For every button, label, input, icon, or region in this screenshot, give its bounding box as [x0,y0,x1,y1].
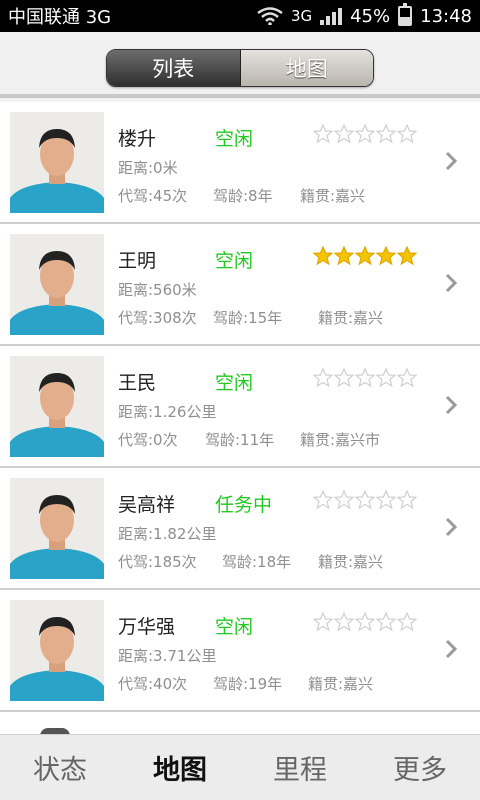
rating-stars [313,124,417,144]
driver-photo [10,112,104,213]
status-bar: 中国联通 3G 3G 45% 13:48 [0,0,480,32]
driver-photo [10,234,104,335]
wifi-icon [257,7,283,26]
driver-photo [10,478,104,579]
network-type-label: 3G [290,7,313,25]
driver-distance: 距离:1.82公里 [118,525,217,543]
rating-stars [313,246,417,266]
driver-origin: 籍贯:嘉兴 [308,675,374,693]
star-empty-icon [376,368,396,388]
driver-years: 驾龄:8年 [213,187,273,205]
star-empty-icon [334,124,354,144]
nav-status[interactable]: 状态 [0,735,120,800]
driver-origin: 籍贯:嘉兴 [318,309,384,327]
driver-origin: 籍贯:嘉兴 [300,187,366,205]
star-empty-icon [397,368,417,388]
chevron-right-icon [444,516,458,538]
star-empty-icon [334,490,354,510]
driver-photo [10,356,104,457]
rating-stars [313,612,417,632]
star-empty-icon [397,612,417,632]
star-empty-icon [397,490,417,510]
driver-years: 驾龄:19年 [213,675,283,693]
rating-stars [313,490,417,510]
driver-distance: 距离:3.71公里 [118,647,217,665]
star-empty-icon [376,490,396,510]
chevron-right-icon [444,150,458,172]
star-empty-icon [313,490,333,510]
star-empty-icon [313,124,333,144]
driver-row[interactable]: 吴高祥 任务中距离:1.82公里 代驾:185次 驾龄:18年 籍贯:嘉兴 [0,468,480,590]
driver-years: 驾龄:11年 [205,431,275,449]
chevron-right-icon [444,394,458,416]
driver-row-partial[interactable] [0,712,480,734]
driver-status: 空闲 [215,128,254,150]
driver-years: 驾龄:18年 [222,553,292,571]
star-filled-icon [313,246,333,266]
chevron-right-icon [444,272,458,294]
driver-name: 王民 [118,372,157,394]
driver-origin: 籍贯:嘉兴市 [300,431,381,449]
driver-years: 驾龄:15年 [213,309,283,327]
driver-origin: 籍贯:嘉兴 [318,553,384,571]
star-empty-icon [334,612,354,632]
driver-photo [10,600,104,701]
driver-distance: 距离:1.26公里 [118,403,217,421]
driver-distance: 距离:0米 [118,159,178,177]
header: 列表 地图 [0,32,480,98]
star-empty-icon [313,368,333,388]
star-empty-icon [334,368,354,388]
star-empty-icon [397,124,417,144]
driver-trips: 代驾:0次 [118,431,178,449]
driver-name: 王明 [118,250,157,272]
tab-list[interactable]: 列表 [107,50,240,86]
bottom-nav: 状态 地图 里程 更多 [0,734,480,800]
driver-status: 空闲 [215,616,254,638]
driver-list: 楼升 空闲 距离:0米 代驾:45次 驾龄:8年 籍贯:嘉兴 王明 空闲 距离:560米 代驾:3… [0,102,480,734]
star-empty-icon [313,612,333,632]
driver-name: 楼升 [118,128,157,150]
star-filled-icon [355,246,375,266]
star-filled-icon [376,246,396,266]
star-filled-icon [397,246,417,266]
chevron-right-icon [444,638,458,660]
driver-row[interactable]: 万华强 空闲距离:3.71公里 代驾:40次 驾龄:19年 籍贯:嘉兴 [0,590,480,712]
driver-row[interactable]: 王民 空闲距离:1.26公里 代驾:0次 驾龄:11年 籍贯:嘉兴市 [0,346,480,468]
driver-status: 空闲 [215,372,254,394]
battery-percent: 45% [350,5,391,27]
star-filled-icon [334,246,354,266]
nav-map[interactable]: 地图 [120,735,240,800]
star-empty-icon [355,612,375,632]
tab-map[interactable]: 地图 [240,50,373,86]
view-toggle: 列表 地图 [106,49,374,87]
nav-mileage[interactable]: 里程 [240,735,360,800]
driver-row[interactable]: 楼升 空闲距离:0米代驾:45次 驾龄:8年 籍贯:嘉兴 [0,102,480,224]
driver-row[interactable]: 王明 空闲 距离:560米 代驾:308次 驾龄:15年 籍贯:嘉兴 [0,224,480,346]
star-empty-icon [355,124,375,144]
rating-stars [313,368,417,388]
driver-name: 吴高祥 [118,494,176,516]
star-empty-icon [376,124,396,144]
driver-status: 任务中 [215,494,273,516]
clock: 13:48 [420,5,472,27]
nav-more[interactable]: 更多 [360,735,480,800]
carrier-label: 中国联通 3G [8,7,112,28]
driver-status: 空闲 [215,250,254,272]
battery-icon [398,3,413,26]
star-empty-icon [355,368,375,388]
driver-trips: 代驾:40次 [118,675,188,693]
driver-trips: 代驾:45次 [118,187,188,205]
driver-trips: 代驾:308次 [118,309,197,327]
star-empty-icon [376,612,396,632]
star-empty-icon [355,490,375,510]
signal-icon [320,7,343,25]
driver-name: 万华强 [118,616,176,638]
driver-distance: 距离:560米 [118,281,197,299]
driver-trips: 代驾:185次 [118,553,197,571]
